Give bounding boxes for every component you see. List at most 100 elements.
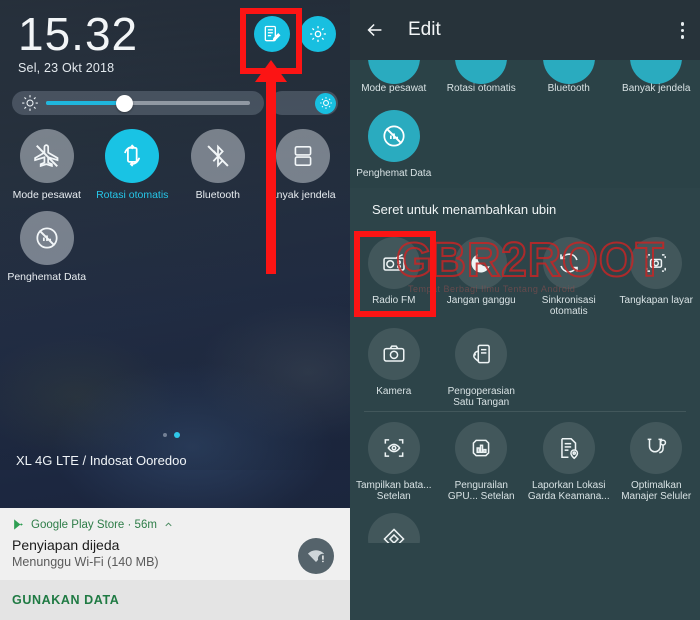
edit-tile-penghemat-data[interactable]: Penghemat Data (350, 102, 438, 180)
tile-label: Jangan ganggu (446, 294, 516, 306)
one-hand-operation-icon (455, 327, 508, 380)
tile-label: anyak jendela (270, 189, 336, 201)
available-tiles-row-2: Kamera Pengoperasian Satu Tangan (350, 318, 700, 409)
bluetooth-off-icon (190, 129, 245, 183)
airplane-off-icon (19, 129, 74, 183)
airplane-off-icon (367, 60, 420, 84)
tile-label: Laporkan Lokasi Garda Keamana... (527, 479, 610, 503)
annotation-highlight-box-radio-fm (354, 230, 436, 317)
edit-tile-partial[interactable] (350, 503, 438, 543)
use-data-button[interactable]: GUNAKAN DATA (12, 593, 119, 607)
edit-tile-optimalkan-manajer-seluler[interactable]: Optimalkan Manajer Seluler (613, 412, 700, 503)
notification-title: Penyiapan dijeda (12, 537, 120, 553)
tile-label: Tangkapan layar (619, 294, 693, 306)
tile-penghemat-data[interactable]: Penghemat Data (4, 211, 90, 283)
edit-tile-pengoperasian-satu-tangan[interactable]: Pengoperasian Satu Tangan (438, 318, 526, 409)
notification-card[interactable]: Google Play Store · 56m Penyiapan dijeda… (0, 508, 350, 580)
page-dot (163, 433, 167, 437)
tile-mode-pesawat[interactable]: Mode pesawat (4, 129, 90, 201)
sync-icon (542, 236, 595, 289)
quick-tiles-grid: Mode pesawat Rotasi otomatis Bluetooth a… (0, 115, 350, 283)
show-layout-bounds-icon (367, 421, 420, 474)
brightness-knob[interactable] (116, 94, 133, 112)
brightness-row (0, 75, 350, 115)
edit-tile-pengurailan-gpu[interactable]: Pengurailan GPU... Setelan (438, 412, 526, 503)
google-play-icon (12, 518, 25, 531)
multi-window-icon (630, 60, 683, 84)
mobile-manager-icon (630, 421, 683, 474)
bluetooth-off-icon (542, 60, 595, 84)
auto-rotate-icon (105, 129, 160, 183)
tile-label: Penghemat Data (356, 168, 432, 179)
location-report-icon (542, 421, 595, 474)
overflow-menu-icon[interactable] (680, 22, 684, 39)
settings-gear-icon[interactable] (300, 16, 336, 52)
tile-label: Rotasi otomatis (96, 189, 169, 201)
tile-rotasi-otomatis[interactable]: Rotasi otomatis (90, 129, 176, 201)
tile-label: Kamera (376, 385, 412, 397)
edit-tile-jangan-ganggu[interactable]: Jangan ganggu (438, 227, 526, 318)
tile-label: Pengurailan GPU... Setelan (447, 479, 515, 503)
arrow-left-icon[interactable] (364, 19, 386, 41)
tile-label: Banyak jendela (622, 83, 691, 94)
notification-action-row[interactable]: GUNAKAN DATA (0, 580, 350, 620)
edit-tile-sinkronisasi-otomatis[interactable]: Sinkronisasi otomatis (525, 227, 613, 318)
do-not-disturb-moon-icon (455, 236, 508, 289)
camera-icon (367, 327, 420, 380)
tile-label: Mode pesawat (361, 83, 427, 94)
page-title: Edit (408, 19, 441, 40)
available-tiles-section: Radio FM Jangan ganggu Sinkronisasi otom… (350, 227, 700, 547)
tile-label: Bluetooth (547, 83, 590, 94)
edit-tile-tampilkan-batas[interactable]: Tampilkan bata... Setelan (350, 412, 438, 503)
quick-settings-panel: 15.32 Sel, 23 Okt 2018 Mode pesawat Rota… (0, 0, 350, 620)
multi-window-icon (276, 129, 331, 183)
data-saver-off-icon (19, 211, 74, 265)
tile-label: Rotasi otomatis (446, 83, 516, 94)
page-dot-active (174, 432, 180, 438)
edit-tile-mode-pesawat[interactable] (350, 60, 438, 84)
tile-bluetooth[interactable]: Bluetooth (175, 129, 261, 201)
brightness-slider[interactable] (12, 91, 264, 115)
developer-tiles-row: Tampilkan bata... Setelan Pengurailan GP… (350, 412, 700, 503)
notification-app-name: Google Play Store · 56m (31, 518, 157, 531)
gpu-rendering-icon (455, 421, 508, 474)
auto-brightness-icon (315, 92, 336, 114)
edit-tile-kamera[interactable]: Kamera (350, 318, 438, 409)
active-tiles-labels-cut: Mode pesawat Rotasi otomatis Bluetooth B… (350, 83, 700, 94)
brightness-fill (46, 101, 122, 105)
available-tiles-row-1: Radio FM Jangan ganggu Sinkronisasi otom… (350, 227, 700, 318)
diamond-icon (367, 512, 420, 543)
edit-tile-laporkan-lokasi[interactable]: Laporkan Lokasi Garda Keamana... (525, 412, 613, 503)
screenshot-icon (630, 236, 683, 289)
tile-label: Mode pesawat (12, 189, 81, 201)
edit-tile-banyak-jendela[interactable] (613, 60, 700, 84)
bottom-partial-row (350, 503, 700, 543)
active-tiles-row-2: Penghemat Data (350, 102, 700, 180)
data-saver-off-icon (367, 110, 420, 162)
active-tiles-section: Mode pesawat Rotasi otomatis Bluetooth B… (350, 60, 700, 188)
edit-tile-rotasi-otomatis[interactable] (438, 60, 526, 84)
auto-rotate-icon (455, 60, 508, 84)
annotation-arrow-shaft (266, 74, 276, 274)
brightness-icon (21, 94, 39, 112)
tile-label: Penghemat Data (7, 271, 87, 283)
wifi-alert-icon (298, 538, 334, 574)
tile-label: Optimalkan Manajer Seluler (621, 479, 692, 503)
tile-label: Bluetooth (195, 189, 240, 201)
edit-tile-tangkapan-layar[interactable]: Tangkapan layar (613, 227, 700, 318)
edit-tile-bluetooth[interactable] (525, 60, 613, 84)
edit-header: Edit (350, 0, 700, 60)
drag-hint-text: Seret untuk menambahkan ubin (372, 201, 557, 217)
tile-label: Sinkronisasi otomatis (541, 294, 596, 318)
chevron-up-icon[interactable] (163, 519, 174, 530)
screenshot-root: 15.32 Sel, 23 Okt 2018 Mode pesawat Rota… (0, 0, 700, 620)
auto-brightness-toggle[interactable] (270, 91, 338, 115)
notification-header: Google Play Store · 56m (12, 518, 338, 531)
annotation-arrow-head (255, 60, 287, 82)
carrier-label: XL 4G LTE / Indosat Ooredoo (16, 453, 187, 468)
tile-label: Pengoperasian Satu Tangan (447, 385, 515, 409)
tile-label: Tampilkan bata... Setelan (355, 479, 432, 503)
edit-tiles-panel: Edit Mode pesawat Rotasi otomatis Blueto… (350, 0, 700, 620)
notification-shade: Google Play Store · 56m Penyiapan dijeda… (0, 508, 350, 620)
notification-subtitle: Menunggu Wi-Fi (140 MB) (12, 555, 159, 569)
